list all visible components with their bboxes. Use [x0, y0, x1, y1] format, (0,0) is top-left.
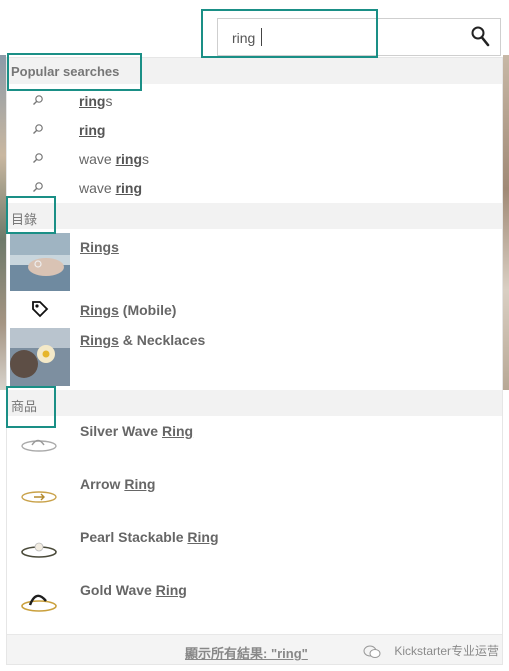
suggestion-label: wave ring — [79, 180, 143, 196]
suggestion-label: ring — [79, 122, 106, 138]
search-button[interactable] — [470, 25, 492, 49]
background-photo-right — [503, 55, 509, 390]
search-box — [217, 18, 501, 56]
search-input[interactable] — [232, 27, 452, 49]
watermark-text: Kickstarter专业运营 — [394, 644, 499, 658]
tag-icon — [32, 301, 49, 318]
wechat-icon — [363, 645, 381, 658]
suggestion-item[interactable]: wave ring — [7, 173, 502, 202]
magnifier-icon — [33, 124, 43, 135]
show-all-results-link[interactable]: 顯示所有結果: "ring" — [185, 643, 308, 662]
category-item[interactable]: Rings & Necklaces — [7, 328, 502, 388]
product-thumbnail — [21, 594, 57, 612]
suggestion-item[interactable]: rings — [7, 86, 502, 115]
category-item[interactable]: Rings — [7, 233, 502, 293]
product-label: Pearl Stackable Ring — [80, 529, 219, 545]
product-thumbnail — [21, 542, 57, 558]
product-thumbnail — [21, 439, 57, 452]
product-item[interactable]: Gold Wave Ring — [7, 575, 502, 628]
categories-heading: 目錄 — [7, 203, 502, 229]
magnifier-icon — [33, 182, 43, 193]
magnifier-icon — [33, 153, 43, 164]
product-label: Arrow Ring — [80, 476, 156, 492]
products-heading: 商品 — [7, 390, 502, 416]
search-icon — [471, 26, 490, 47]
category-thumbnail — [10, 233, 70, 291]
category-label: Rings (Mobile) — [80, 302, 177, 318]
suggestion-item[interactable]: wave rings — [7, 144, 502, 173]
magnifier-icon — [33, 95, 43, 106]
suggestion-label: rings — [79, 93, 113, 109]
product-item[interactable]: Arrow Ring — [7, 469, 502, 522]
category-label: Rings & Necklaces — [80, 332, 206, 348]
product-item[interactable]: Pearl Stackable Ring — [7, 522, 502, 575]
product-item[interactable]: Silver Wave Ring — [7, 416, 502, 469]
popular-searches-title: Popular searches — [11, 64, 120, 79]
categories-title: 目錄 — [11, 212, 38, 227]
category-thumbnail — [10, 328, 70, 386]
popular-searches-heading: Popular searches — [7, 58, 502, 84]
product-label: Gold Wave Ring — [80, 582, 187, 598]
product-thumbnail — [21, 491, 57, 503]
suggestion-item[interactable]: ring — [7, 115, 502, 144]
category-item[interactable]: Rings (Mobile) — [7, 296, 502, 324]
suggestion-label: wave rings — [79, 151, 150, 167]
text-caret — [261, 28, 262, 46]
products-title: 商品 — [11, 399, 38, 414]
category-label: Rings — [80, 239, 119, 255]
product-label: Silver Wave Ring — [80, 423, 194, 439]
autocomplete-dropdown: Popular searches rings ring wave rings w… — [6, 57, 503, 665]
